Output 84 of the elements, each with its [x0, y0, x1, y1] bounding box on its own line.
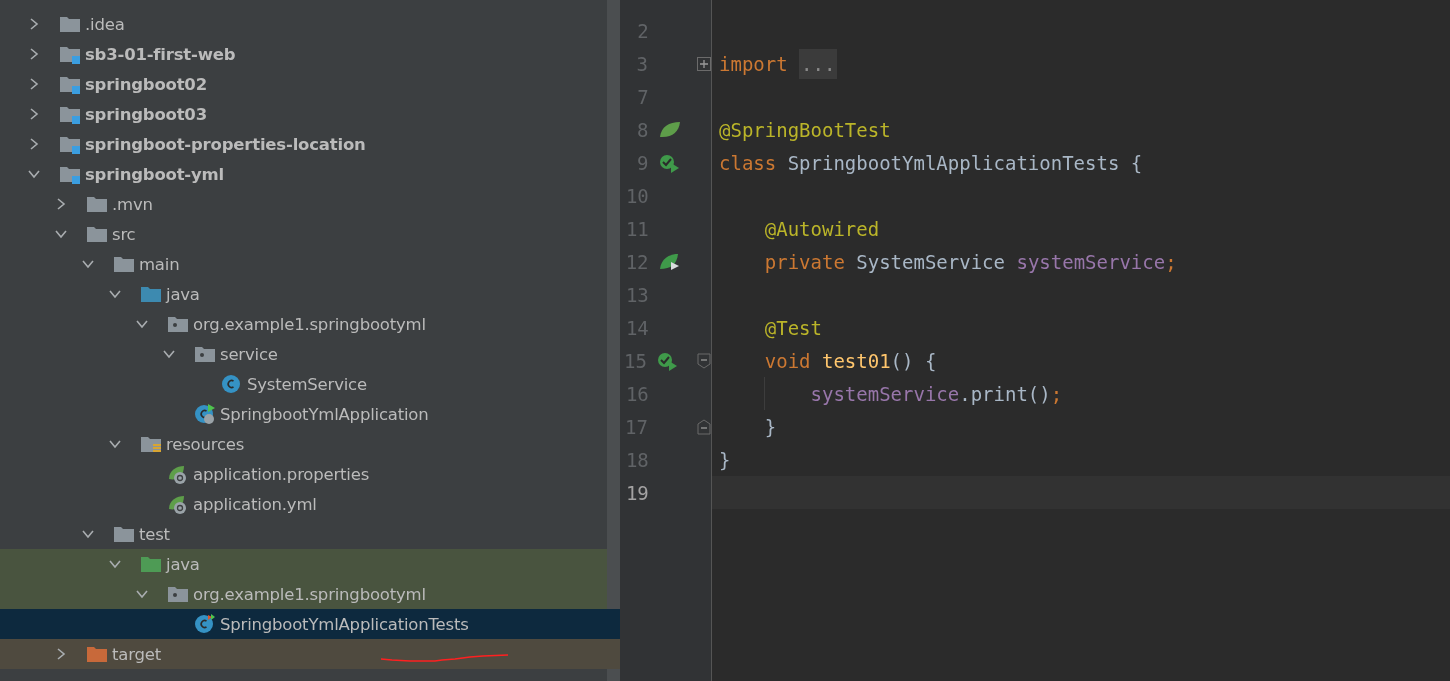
package-icon	[167, 584, 189, 604]
code-line: @SpringBootTest	[719, 118, 891, 141]
spring-config-icon	[167, 463, 189, 485]
tree-item-label: springboot-properties-location	[85, 134, 366, 154]
code-line: }	[763, 415, 777, 438]
tree-item[interactable]: application.yml	[0, 489, 607, 519]
code-line: }	[719, 448, 731, 471]
tree-item-label: springboot02	[85, 74, 207, 94]
scrollbar[interactable]	[607, 0, 620, 681]
tree-item[interactable]: resources	[0, 429, 607, 459]
tree-item-label: springboot03	[85, 104, 207, 124]
tree-item-label: resources	[166, 434, 245, 454]
folder-icon	[59, 14, 81, 34]
folder-icon	[86, 224, 108, 244]
tree-item-label: src	[112, 224, 136, 244]
code-line: @Test	[763, 316, 822, 339]
folder-icon	[59, 44, 81, 64]
tree-item[interactable]: target	[0, 639, 620, 669]
tree-item-label: target	[112, 644, 161, 664]
tree-item[interactable]: SpringbootYmlApplicationTests	[0, 609, 620, 639]
tree-item[interactable]: .idea	[0, 9, 607, 39]
leaf-icon[interactable]	[658, 119, 681, 140]
tree-item-label: sb3-01-first-web	[85, 44, 236, 64]
folder-icon	[140, 284, 162, 304]
run-test-icon[interactable]	[657, 350, 679, 371]
tree-item-label: org.example1.springbootyml	[193, 584, 426, 604]
folder-icon	[59, 74, 81, 94]
tree-item-label: application.yml	[193, 494, 317, 514]
folder-icon	[140, 554, 162, 574]
class-icon	[194, 403, 216, 425]
tree-item[interactable]: sb3-01-first-web	[0, 39, 607, 69]
tree-item[interactable]: springboot02	[0, 69, 607, 99]
code-line: systemService.print();	[809, 382, 1063, 405]
folder-icon	[59, 104, 81, 124]
tree-item-label: org.example1.springbootyml	[193, 314, 426, 334]
tree-item-label: service	[220, 344, 278, 364]
tree-item[interactable]: main	[0, 249, 607, 279]
folder-icon	[59, 134, 81, 154]
tree-item[interactable]: springboot-properties-location	[0, 129, 607, 159]
tree-item[interactable]: SpringbootYmlApplication	[0, 399, 607, 429]
folder-icon	[86, 644, 108, 664]
tree-item-label: java	[166, 554, 200, 574]
code-line: class SpringbootYmlApplicationTests {	[719, 151, 1143, 174]
folder-icon	[113, 254, 135, 274]
folder-icon	[113, 524, 135, 544]
tree-item-label: .mvn	[112, 194, 153, 214]
fold-collapse-icon[interactable]	[697, 352, 711, 369]
tree-item[interactable]: java	[0, 549, 607, 579]
tree-item-label: SystemService	[247, 374, 367, 394]
tree-item[interactable]: java	[0, 279, 607, 309]
bean-navigation-icon[interactable]	[658, 251, 681, 272]
tree-item[interactable]: SystemService	[0, 369, 607, 399]
folder-icon	[86, 194, 108, 214]
tree-item[interactable]: src	[0, 219, 607, 249]
folder-icon	[59, 164, 81, 184]
tree-item[interactable]: springboot03	[0, 99, 607, 129]
package-icon	[194, 344, 216, 364]
tree-item-label: SpringbootYmlApplicationTests	[220, 614, 469, 634]
spring-config-icon	[167, 493, 189, 515]
line-number: 19	[624, 481, 649, 504]
folder-icon	[140, 434, 162, 454]
package-icon	[167, 314, 189, 334]
tree-item-label: .idea	[85, 14, 125, 34]
tree-item[interactable]: service	[0, 339, 607, 369]
tree-item[interactable]: .mvn	[0, 189, 607, 219]
fold-expand-icon[interactable]	[697, 56, 711, 71]
tree-item-label: application.properties	[193, 464, 370, 484]
code-line: @Autowired	[763, 217, 880, 240]
code-line: void test01() {	[763, 349, 937, 372]
code-line: private SystemService systemService;	[763, 250, 1177, 273]
run-test-icon[interactable]	[658, 152, 681, 173]
tree-item[interactable]: org.example1.springbootyml	[0, 309, 607, 339]
tree-item-label: main	[139, 254, 180, 274]
tree-item[interactable]: test	[0, 519, 607, 549]
fold-end-icon[interactable]	[697, 418, 711, 435]
class-icon	[194, 613, 216, 635]
tree-item[interactable]: org.example1.springbootyml	[0, 579, 607, 609]
tree-item[interactable]: application.properties	[0, 459, 607, 489]
tree-item[interactable]: springboot-yml	[0, 159, 607, 189]
class-icon	[221, 373, 243, 395]
tree-item-label: test	[139, 524, 170, 544]
tree-item-label: springboot-yml	[85, 164, 224, 184]
tree-item-label: SpringbootYmlApplication	[220, 404, 429, 424]
tree-item-label: java	[166, 284, 200, 304]
